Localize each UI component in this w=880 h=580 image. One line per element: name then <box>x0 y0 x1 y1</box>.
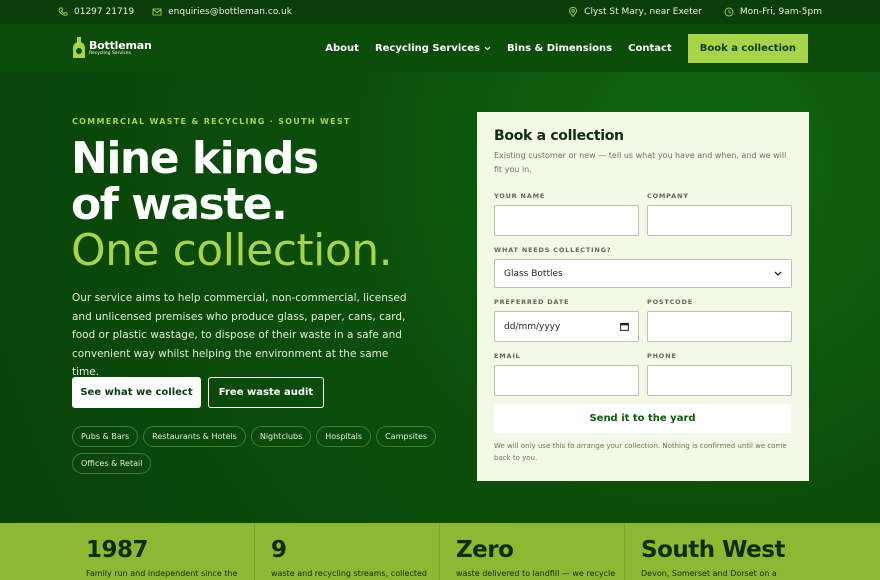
form-subtitle: Existing customer or new — tell us what … <box>494 151 787 174</box>
stat-caption: waste and recycling streams, collected <box>271 569 427 578</box>
chevron-down-icon <box>484 46 491 50</box>
bottle-logo-icon <box>73 37 85 58</box>
send-to-yard-button[interactable]: Send it to the yard <box>494 404 791 433</box>
stat-south-west: South West Devon, Somerset and Dorset on… <box>625 523 810 580</box>
email-contact[interactable]: enquiries@bottleman.co.uk <box>152 7 292 17</box>
stat-value: 9 <box>271 537 287 563</box>
chip-restaurants-hotels[interactable]: Restaurants & Hotels <box>143 426 246 447</box>
stat-caption: Family run and independent since the <box>86 569 238 578</box>
location-info: Clyst St Mary, near Exeter <box>568 7 702 17</box>
hours-text: Mon-Fri, 9am-5pm <box>739 7 822 17</box>
postcode-input[interactable] <box>647 311 792 342</box>
form-privacy-note: We will only use this to arrange your co… <box>494 442 787 462</box>
chip-campsites[interactable]: Campsites <box>376 426 437 447</box>
date-input[interactable]: dd/mm/yyyy <box>494 311 639 342</box>
chip-nightclubs[interactable]: Nightclubs <box>250 426 312 447</box>
collecting-select[interactable]: Glass Bottles <box>494 259 792 288</box>
headline-line-3: One collection. <box>71 225 393 276</box>
see-what-we-collect-button[interactable]: See what we collect <box>72 377 201 408</box>
stat-value: 1987 <box>86 537 149 563</box>
collecting-selected-value: Glass Bottles <box>504 268 563 279</box>
stat-value: South West <box>641 537 785 563</box>
nav-about[interactable]: About <box>325 43 359 54</box>
clock-icon <box>724 7 734 17</box>
chip-hospitals[interactable]: Hospitals <box>316 426 372 447</box>
stat-caption: waste delivered to landfill — we recycle <box>456 569 616 578</box>
company-input[interactable] <box>647 205 792 236</box>
chevron-down-icon <box>774 271 782 276</box>
company-label: COMPANY <box>647 192 689 200</box>
nav-recycling-services-label: Recycling Services <box>374 42 480 54</box>
phone-contact[interactable]: 01297 21719 <box>58 7 134 17</box>
mail-icon <box>152 7 162 17</box>
collecting-label: WHAT NEEDS COLLECTING? <box>494 246 612 254</box>
postcode-label: POSTCODE <box>647 298 693 306</box>
email-address: enquiries@bottleman.co.uk <box>168 7 292 17</box>
free-waste-audit-button[interactable]: Free waste audit <box>208 377 324 408</box>
brand-tagline: Recycling Services <box>89 50 131 56</box>
phone-input[interactable] <box>647 365 792 396</box>
hours-info: Mon-Fri, 9am-5pm <box>724 7 822 17</box>
stats-strip: 1987 Family run and independent since th… <box>0 523 880 580</box>
nav-recycling-services[interactable]: Recycling Services <box>375 43 491 54</box>
hero-description: Our service aims to help commercial, non… <box>72 292 407 378</box>
date-placeholder: dd/mm/yyyy <box>504 321 561 332</box>
brand-logo[interactable]: Bottleman Recycling Services <box>72 37 152 59</box>
nav-bins-dimensions[interactable]: Bins & Dimensions <box>507 43 612 54</box>
book-collection-nav-button[interactable]: Book a collection <box>687 33 808 63</box>
email-input[interactable] <box>494 365 639 396</box>
stat-caption: Devon, Somerset and Dorset on a <box>641 569 777 578</box>
chip-offices-retail[interactable]: Offices & Retail <box>72 453 152 474</box>
phone-number: 01297 21719 <box>74 7 135 17</box>
top-bar: 01297 21719 enquiries@bottleman.co.uk Cl… <box>0 0 880 24</box>
headline-line-1: Nine kinds <box>71 133 319 184</box>
stat-value: Zero <box>456 537 514 563</box>
nav-contact[interactable]: Contact <box>628 43 672 54</box>
brand-name: Bottleman <box>89 38 152 52</box>
stat-1987: 1987 Family run and independent since th… <box>70 523 255 580</box>
email-label: EMAIL <box>494 352 521 360</box>
phone-icon <box>58 7 68 17</box>
stat-zero-landfill: Zero waste delivered to landfill — we re… <box>440 523 625 580</box>
main-nav: Bottleman Recycling Services About Recyc… <box>0 24 880 72</box>
chip-pubs-bars[interactable]: Pubs & Bars <box>72 426 139 447</box>
headline-line-2: of waste. <box>71 179 288 230</box>
sector-chips: Pubs & Bars Restaurants & Hotels Nightcl… <box>72 426 442 474</box>
form-title: Book a collection <box>494 128 624 144</box>
location-text: Clyst St Mary, near Exeter <box>584 7 702 17</box>
nav-menu: About Recycling Services Bins & Dimensio… <box>325 33 808 63</box>
map-pin-icon <box>568 7 578 17</box>
stat-streams: 9 waste and recycling streams, collected <box>255 523 440 580</box>
hero-eyebrow: COMMERCIAL WASTE & RECYCLING · SOUTH WES… <box>72 117 351 126</box>
date-label: PREFERRED DATE <box>494 298 570 306</box>
hero-headline: Nine kinds of waste. One collection. <box>71 133 393 276</box>
calendar-icon[interactable] <box>620 322 629 331</box>
phone-label: PHONE <box>647 352 677 360</box>
name-label: YOUR NAME <box>494 192 546 200</box>
name-input[interactable] <box>494 205 639 236</box>
